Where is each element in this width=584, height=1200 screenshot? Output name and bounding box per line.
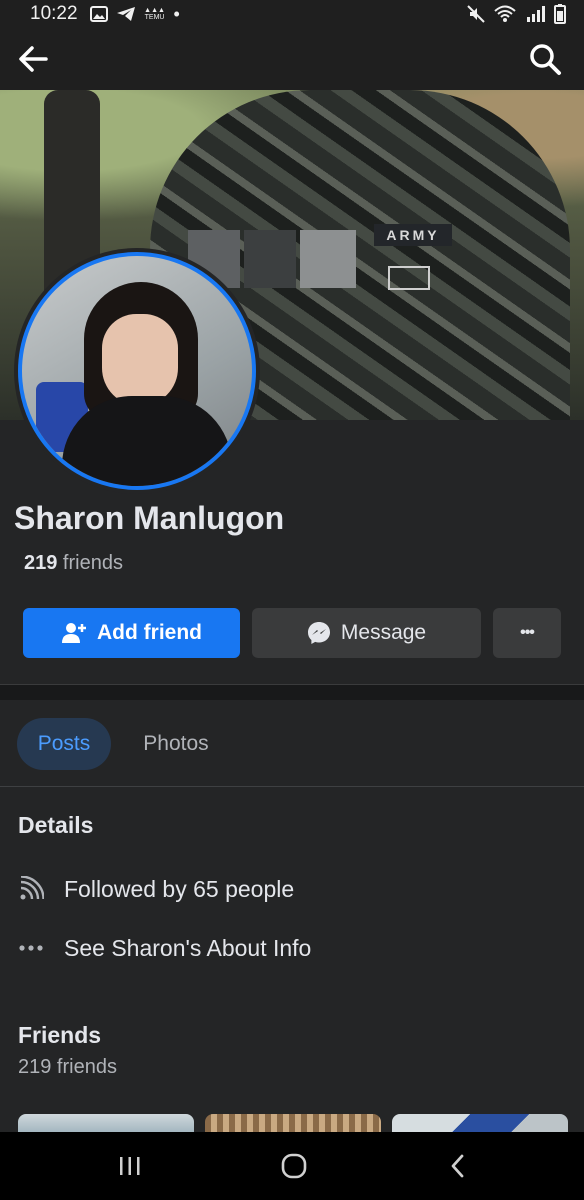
cover-blur-block (300, 230, 356, 288)
section-divider (0, 684, 584, 700)
friend-thumbnail[interactable] (392, 1114, 568, 1134)
friends-heading: Friends (18, 1022, 102, 1048)
about-info-row[interactable]: See Sharon's About Info (18, 933, 311, 963)
temu-icon: ▲▲▲ TEMU (144, 7, 165, 21)
profile-picture[interactable] (14, 248, 260, 494)
back-button[interactable] (16, 42, 52, 76)
image-icon (89, 6, 108, 22)
flag-patch (388, 266, 430, 290)
tab-divider (0, 786, 584, 787)
tab-posts[interactable]: Posts (17, 718, 111, 770)
arrow-left-icon (19, 46, 48, 72)
friends-number: 219 (24, 552, 58, 574)
friend-thumbnail[interactable] (18, 1114, 194, 1134)
messenger-icon (307, 622, 330, 644)
about-info-text: See Sharon's About Info (64, 934, 312, 961)
search-button[interactable] (528, 42, 562, 76)
message-button[interactable]: Message (252, 608, 481, 658)
message-label: Message (340, 621, 427, 644)
search-icon (530, 44, 561, 75)
profile-name: Sharon Manlugon (14, 500, 285, 536)
friend-thumbnail[interactable] (205, 1114, 381, 1134)
temu-label: TEMU (144, 14, 165, 21)
add-person-icon (62, 623, 86, 643)
rss-feed-icon (18, 876, 44, 902)
status-right-icons (467, 4, 566, 24)
more-dots-icon (18, 935, 44, 961)
army-patch: ARMY (374, 224, 452, 246)
avatar-face (102, 314, 178, 406)
home-icon (281, 1153, 307, 1179)
back-icon (451, 1154, 464, 1178)
nav-back-button[interactable] (438, 1150, 478, 1182)
more-dots-icon: ••• (520, 624, 535, 641)
signal-icon (527, 6, 545, 22)
status-bar: 10:22 ▲▲▲ TEMU • (0, 0, 584, 28)
top-app-bar (0, 28, 584, 90)
tab-photos[interactable]: Photos (124, 718, 228, 770)
avatar (18, 252, 256, 490)
status-dot: • (173, 3, 180, 24)
status-left-icons: ▲▲▲ TEMU • (89, 3, 180, 25)
add-friend-button[interactable]: Add friend (23, 608, 240, 658)
battery-icon (554, 4, 566, 24)
add-friend-label: Add friend (97, 621, 202, 644)
cover-blur-block (244, 230, 296, 288)
telegram-icon (116, 7, 135, 21)
friends-count[interactable]: 219 friends (24, 552, 123, 575)
home-button[interactable] (274, 1150, 314, 1182)
followed-by-text: Followed by 65 people (64, 875, 295, 902)
status-time: 10:22 (30, 3, 78, 24)
details-heading: Details (18, 812, 94, 838)
wifi-icon (494, 5, 516, 22)
mute-icon (467, 5, 485, 23)
system-nav-bar (0, 1132, 584, 1200)
friends-subtitle: 219 friends (18, 1056, 117, 1078)
more-options-button[interactable]: ••• (493, 608, 561, 658)
friends-word: friends (57, 552, 123, 574)
recents-button[interactable] (110, 1150, 150, 1182)
followed-by-row[interactable]: Followed by 65 people (18, 874, 294, 904)
recents-icon (120, 1157, 140, 1175)
